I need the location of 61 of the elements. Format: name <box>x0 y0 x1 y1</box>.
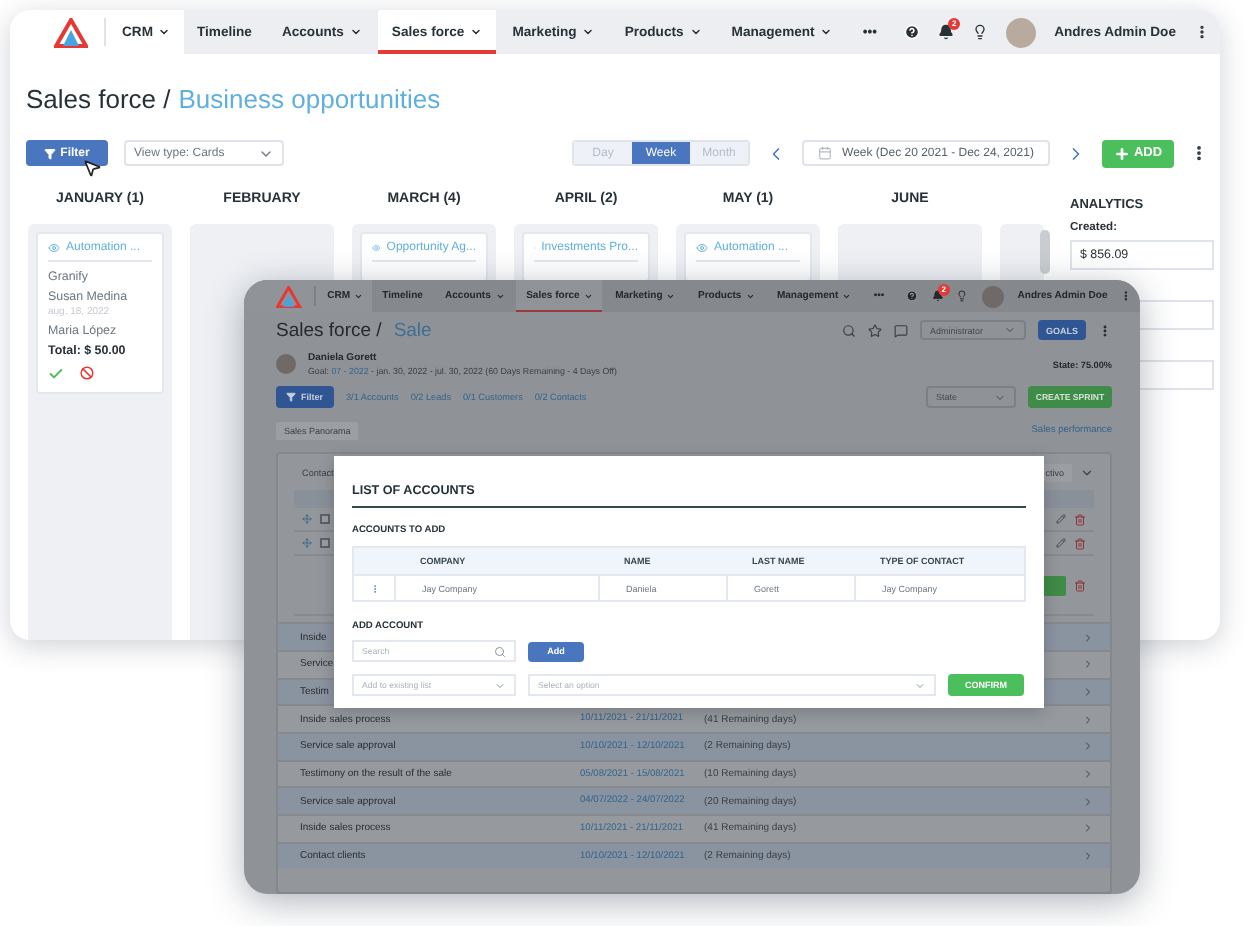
eye-icon <box>48 242 60 254</box>
chevron-right-icon <box>1082 768 1094 781</box>
checkbox[interactable] <box>320 538 330 549</box>
caret-icon <box>354 291 364 301</box>
logo-icon <box>276 285 302 308</box>
more-icon[interactable] <box>1194 24 1210 40</box>
chat-icon[interactable] <box>894 323 908 338</box>
drag-icon[interactable] <box>302 538 312 549</box>
search-icon[interactable] <box>842 323 856 338</box>
page-title: Sales force / <box>276 319 382 342</box>
caret-icon <box>470 26 483 38</box>
chevron-down-icon <box>1004 324 1016 337</box>
chevron-right-icon <box>1082 740 1094 753</box>
chevron-down-icon[interactable] <box>1080 465 1094 480</box>
chevron-right-icon <box>1082 658 1094 671</box>
filter-icon <box>286 392 297 403</box>
chevron-right-icon <box>1082 850 1094 863</box>
star-icon[interactable] <box>868 323 882 338</box>
caret-icon <box>495 291 505 301</box>
plus-icon <box>1113 145 1130 161</box>
caret-icon <box>745 291 755 301</box>
mouse-pointer-icon <box>82 158 102 178</box>
chevron-right-icon <box>1082 631 1094 644</box>
caret-icon <box>820 26 833 38</box>
calendar-icon <box>818 146 833 160</box>
trash-icon[interactable] <box>1074 537 1086 550</box>
search-icon <box>494 645 506 657</box>
caret-icon <box>158 26 171 38</box>
user-avatar[interactable] <box>1006 17 1037 47</box>
page-subtitle: Business opportunities <box>178 83 441 113</box>
logo-icon <box>54 17 88 47</box>
chevron-down-icon <box>994 391 1006 404</box>
more-icon[interactable] <box>1098 323 1112 338</box>
caret-icon <box>584 291 593 301</box>
page-subtitle: Sale <box>393 319 432 342</box>
pencil-icon[interactable] <box>1056 514 1066 525</box>
check-icon[interactable] <box>48 366 64 382</box>
lightbulb-icon[interactable] <box>972 24 989 40</box>
pencil-icon[interactable] <box>1056 538 1066 549</box>
filter-icon <box>44 147 57 159</box>
chevron-right-icon <box>1082 795 1094 808</box>
chevron-down-icon <box>494 679 506 691</box>
cancel-icon[interactable] <box>80 366 94 380</box>
eye-icon <box>372 242 381 254</box>
eye-icon <box>696 242 708 254</box>
chevron-down-icon <box>914 679 926 691</box>
caret-icon <box>842 291 852 301</box>
trash-icon[interactable] <box>1074 513 1086 526</box>
chevron-right-icon <box>1082 822 1094 835</box>
chevron-right-icon <box>1082 713 1094 726</box>
caret-icon <box>349 26 362 38</box>
caret-icon <box>582 26 595 38</box>
caret-icon <box>666 291 676 301</box>
chevron-right-icon <box>1082 685 1094 698</box>
caret-icon <box>689 26 702 38</box>
drag-icon[interactable] <box>302 514 312 525</box>
trash-icon[interactable] <box>1074 579 1086 592</box>
checkbox[interactable] <box>320 514 330 525</box>
user-avatar <box>276 354 296 375</box>
scrollbar[interactable] <box>1040 230 1050 274</box>
page-title: Sales force / <box>26 83 171 113</box>
